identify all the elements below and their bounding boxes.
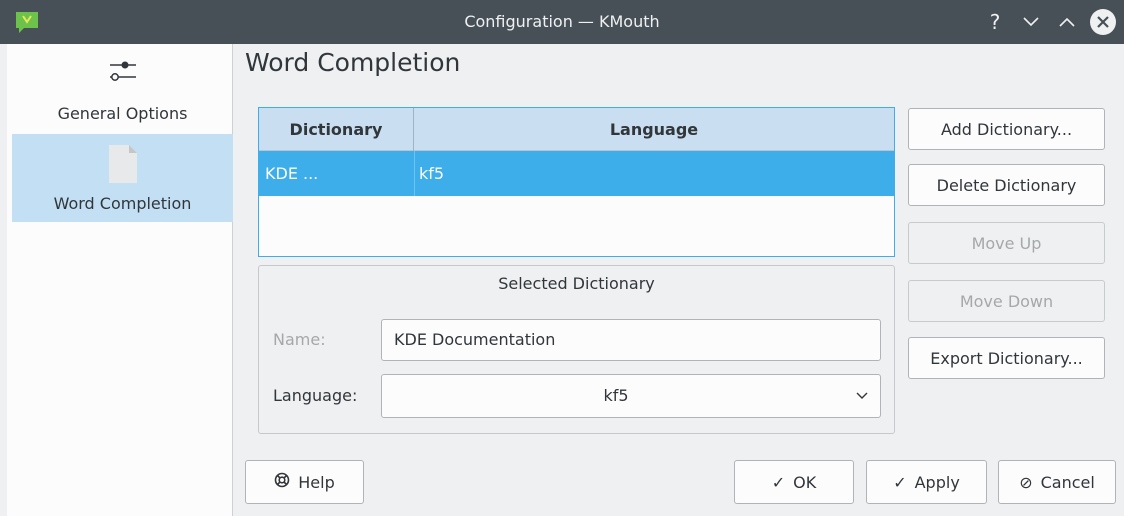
column-header-dictionary[interactable]: Dictionary (259, 108, 414, 151)
table-header: Dictionary Language (259, 108, 894, 151)
move-up-button[interactable]: Move Up (908, 222, 1105, 264)
table-row[interactable]: KDE ... kf5 (259, 151, 894, 196)
ok-button-label: OK (793, 472, 817, 492)
help-icon[interactable]: ? (982, 9, 1008, 35)
add-dictionary-button[interactable]: Add Dictionary... (908, 108, 1105, 150)
help-lifebuoy-icon (274, 472, 290, 492)
language-label: Language: (273, 386, 358, 405)
minimize-icon[interactable] (1018, 9, 1044, 35)
check-icon: ✓ (771, 472, 786, 492)
ok-button[interactable]: ✓ OK (734, 460, 854, 504)
column-header-language[interactable]: Language (414, 108, 894, 151)
window-titlebar[interactable]: Configuration — KMouth ? (0, 0, 1124, 44)
maximize-icon[interactable] (1054, 9, 1080, 35)
close-icon[interactable] (1090, 9, 1116, 35)
help-button-label: Help (298, 472, 335, 492)
sidebar: General Options Word Completion (7, 44, 233, 516)
language-select[interactable]: kf5 (381, 374, 881, 418)
document-icon (12, 145, 233, 183)
cell-divider (414, 151, 415, 196)
check-icon: ✓ (893, 472, 907, 492)
cell-language: kf5 (419, 164, 445, 183)
sidebar-item-word-completion[interactable]: Word Completion (12, 134, 233, 222)
group-title: Selected Dictionary (498, 274, 655, 293)
move-down-button[interactable]: Move Down (908, 280, 1105, 322)
name-label: Name: (273, 330, 326, 349)
export-dictionary-button[interactable]: Export Dictionary... (908, 337, 1105, 379)
name-field[interactable]: KDE Documentation (381, 319, 881, 361)
sidebar-item-label: Word Completion (53, 194, 192, 213)
language-select-value: kf5 (603, 386, 629, 405)
cancel-icon: ⊘ (1019, 472, 1033, 492)
cell-dictionary: KDE ... (265, 164, 319, 183)
sidebar-item-general-options[interactable]: General Options (12, 44, 233, 132)
apply-button[interactable]: ✓ Apply (866, 460, 987, 504)
delete-dictionary-button[interactable]: Delete Dictionary (908, 164, 1105, 206)
sidebar-item-label: General Options (57, 104, 188, 123)
apply-button-label: Apply (914, 472, 960, 492)
sliders-icon (12, 52, 233, 88)
dictionary-table[interactable]: Dictionary Language KDE ... kf5 (258, 107, 895, 257)
page-title: Word Completion (245, 48, 461, 77)
help-button[interactable]: Help (245, 460, 364, 504)
cancel-button[interactable]: ⊘ Cancel (998, 460, 1116, 504)
cancel-button-label: Cancel (1040, 472, 1095, 492)
chevron-down-icon (854, 387, 870, 403)
window-title: Configuration — KMouth (464, 12, 660, 31)
